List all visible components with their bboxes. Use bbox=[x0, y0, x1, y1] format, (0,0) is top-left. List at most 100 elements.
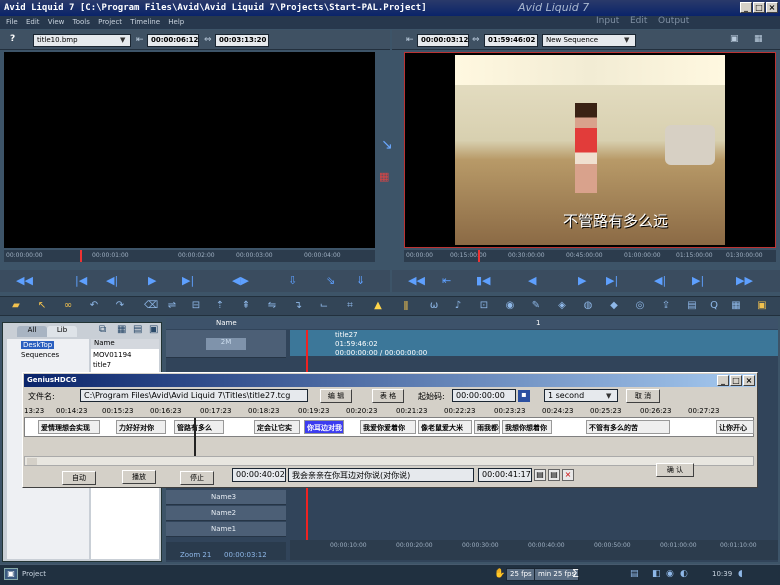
auto-button[interactable]: 自动 bbox=[62, 471, 96, 485]
transition-icon[interactable]: ◈ bbox=[556, 301, 568, 312]
edit-button[interactable]: 编 辑 bbox=[320, 389, 352, 403]
stop-button[interactable]: 停止 bbox=[180, 471, 214, 485]
step-back-icon[interactable]: |◀ bbox=[75, 275, 87, 286]
slip-icon[interactable]: ⇋ bbox=[266, 301, 278, 312]
snap-icon[interactable]: ↴ bbox=[292, 301, 304, 312]
source-clip-select[interactable]: title10.bmp bbox=[33, 34, 131, 47]
razor-icon[interactable]: ⌫ bbox=[144, 301, 158, 312]
tree-sequences[interactable]: Sequences bbox=[21, 351, 59, 359]
list-item[interactable]: title7 bbox=[93, 361, 111, 369]
record-ruler[interactable]: 00:00:00 00:15:00:00 00:30:00:00 00:45:0… bbox=[404, 250, 776, 262]
tray-icon[interactable]: ◉ bbox=[666, 569, 674, 579]
title-tool-icon[interactable]: ⊡ bbox=[478, 301, 490, 312]
timeline-ruler[interactable]: 00:00:10:00 00:00:20:00 00:00:30:00 00:0… bbox=[290, 540, 778, 560]
duration-icon[interactable]: ⇔ bbox=[204, 35, 212, 45]
audio-icon[interactable]: ♪ bbox=[452, 301, 464, 312]
subtitle-cue[interactable]: 像老鼠爱大米 bbox=[418, 420, 472, 434]
subtitle-cue[interactable]: 力好好对你 bbox=[116, 420, 166, 434]
settings-icon[interactable]: ▣ bbox=[756, 301, 768, 312]
tray-icon[interactable]: ◧ bbox=[652, 569, 661, 579]
search-icon[interactable]: Q bbox=[708, 301, 720, 312]
tab-lib[interactable]: Lib bbox=[47, 326, 77, 337]
speaker-icon[interactable]: ◖ bbox=[738, 569, 743, 579]
layout-icon[interactable]: ▦ bbox=[754, 34, 763, 44]
source-viewer[interactable] bbox=[4, 52, 375, 248]
rewind-icon[interactable]: ◀◀ bbox=[408, 275, 425, 286]
undo-icon[interactable]: ↶ bbox=[88, 301, 100, 312]
play-icon[interactable]: ▶ bbox=[148, 275, 156, 286]
match-icon[interactable]: ⌙ bbox=[318, 301, 330, 312]
new-folder-icon[interactable]: ⧉ bbox=[99, 324, 106, 335]
volume-icon[interactable]: ◐ bbox=[680, 569, 688, 579]
subtitle-cue[interactable]: 定会让它实 bbox=[254, 420, 300, 434]
effects-icon[interactable]: ω bbox=[428, 301, 440, 312]
sequence-select[interactable]: New Sequence bbox=[542, 34, 636, 47]
record-viewer[interactable]: 不管路有多么远 bbox=[404, 52, 776, 248]
mode-input[interactable]: Input bbox=[596, 16, 619, 26]
start-icon[interactable]: ▣ bbox=[4, 568, 18, 580]
tab-all[interactable]: All bbox=[17, 326, 47, 337]
file-path-field[interactable]: C:\Program Files\Avid\Avid Liquid 7\Titl… bbox=[80, 389, 308, 402]
duration-icon[interactable]: ⇔ bbox=[472, 35, 480, 45]
hand-icon[interactable]: ✋ bbox=[494, 569, 505, 579]
mark-icon[interactable]: ◀▶ bbox=[232, 275, 249, 286]
close-icon[interactable]: × bbox=[743, 375, 755, 386]
subtitle-cue[interactable]: 让你开心 bbox=[716, 420, 754, 434]
loop-icon[interactable]: ◀| bbox=[654, 275, 666, 286]
chevron-down-icon[interactable]: ▼ bbox=[624, 35, 629, 45]
lift-icon[interactable]: ⇡ bbox=[214, 301, 226, 312]
source-timecode-in[interactable]: 00:00:06:12 bbox=[147, 34, 199, 47]
source-timecode-duration[interactable]: 00:03:13:20 bbox=[215, 34, 269, 47]
dialog-playhead[interactable] bbox=[194, 418, 196, 458]
overwrite-icon[interactable]: ⇓ bbox=[356, 275, 365, 286]
trim-icon[interactable]: ⇌ bbox=[166, 301, 178, 312]
mark-in-icon[interactable]: ⇤ bbox=[406, 35, 414, 45]
dialog-ruler[interactable]: 13:23 00:14:23 00:15:23 00:16:23 00:17:2… bbox=[24, 405, 754, 417]
go-to-icon[interactable]: ⇩ bbox=[288, 275, 297, 286]
dialog-scrollbar[interactable] bbox=[24, 456, 754, 466]
track-name2[interactable]: Name2 bbox=[166, 506, 286, 521]
grid-icon[interactable]: ▦ bbox=[379, 171, 389, 182]
tray-icon[interactable]: ▤ bbox=[630, 569, 639, 579]
info-icon[interactable]: ▣ bbox=[149, 324, 158, 335]
current-text-field[interactable]: 我会亲亲在你耳边对你说(对你说) bbox=[288, 468, 474, 482]
extract-icon[interactable]: ⇞ bbox=[240, 301, 252, 312]
cancel-button[interactable]: 取 消 bbox=[626, 389, 660, 403]
paint-icon[interactable]: ✎ bbox=[530, 301, 542, 312]
current-out-field[interactable]: 00:00:41:17 bbox=[478, 468, 532, 482]
subtitle-cue[interactable]: 管路有多么 bbox=[174, 420, 224, 434]
maximize-icon[interactable]: □ bbox=[730, 375, 742, 386]
subtitle-cue[interactable]: 我想你想着你 bbox=[502, 420, 552, 434]
menu-timeline[interactable]: Timeline bbox=[130, 18, 160, 26]
insert-icon[interactable]: ⇘ bbox=[326, 275, 335, 286]
play-icon[interactable]: ▶ bbox=[578, 275, 586, 286]
ok-button[interactable]: 确 认 bbox=[656, 463, 694, 477]
minimize-icon[interactable]: _ bbox=[740, 2, 752, 13]
mark-in-icon[interactable]: ⇤ bbox=[136, 35, 144, 45]
subtitle-cue[interactable]: 我爱你爱着你 bbox=[360, 420, 416, 434]
zoom-control[interactable]: Zoom 21 00:00:03:12 bbox=[166, 542, 286, 560]
menu-help[interactable]: Help bbox=[168, 18, 184, 26]
equalizer-icon[interactable]: ǁ bbox=[400, 301, 412, 312]
subtitle-cue[interactable]: 不管有多么的苦 bbox=[586, 420, 670, 434]
project-label[interactable]: Project bbox=[22, 570, 46, 578]
prev-icon[interactable]: ▤ bbox=[534, 469, 546, 481]
table-button[interactable]: 表 格 bbox=[372, 389, 404, 403]
view-grid-icon[interactable]: ▦ bbox=[117, 324, 126, 335]
rewind-icon[interactable]: ◀◀ bbox=[16, 275, 33, 286]
playhead[interactable] bbox=[478, 250, 480, 262]
mixer-icon[interactable]: ⌗ bbox=[344, 301, 356, 312]
subtitle-cue[interactable]: 雨我都会 bbox=[474, 420, 500, 434]
mark-icon[interactable]: ▮◀ bbox=[476, 275, 491, 286]
save-icon[interactable]: ▪ bbox=[518, 390, 530, 402]
chevron-down-icon[interactable]: ▼ bbox=[606, 391, 611, 401]
mode-edit[interactable]: Edit bbox=[630, 16, 647, 26]
menu-file[interactable]: File bbox=[6, 18, 18, 26]
track-name3[interactable]: Name3 bbox=[166, 490, 286, 505]
render-icon[interactable]: ▲ bbox=[372, 301, 384, 312]
sigma-icon[interactable]: Σ bbox=[572, 567, 579, 580]
view-list-icon[interactable]: ▤ bbox=[133, 324, 142, 335]
record-timecode-duration[interactable]: 01:59:46:02 bbox=[484, 34, 538, 47]
folder-icon[interactable]: ▰ bbox=[10, 301, 22, 312]
step-forward-icon[interactable]: ▶| bbox=[606, 275, 618, 286]
